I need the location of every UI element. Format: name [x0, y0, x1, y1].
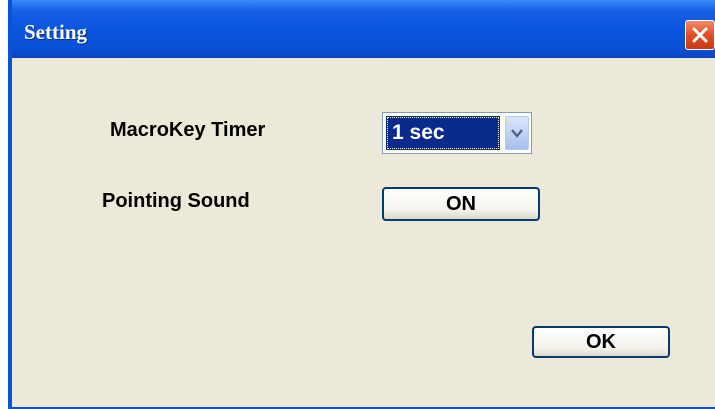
close-button[interactable] [685, 20, 715, 50]
chevron-down-icon [511, 129, 523, 138]
title-bar[interactable]: Setting [12, 0, 715, 58]
ok-button[interactable]: OK [532, 326, 670, 358]
setting-dialog: Setting MacroKey Timer 1 sec Pointing So… [8, 0, 715, 409]
macrokey-timer-label: MacroKey Timer [110, 119, 266, 141]
dropdown-arrow-button[interactable] [505, 116, 529, 150]
macrokey-timer-select[interactable]: 1 sec [382, 112, 532, 154]
close-icon [692, 27, 708, 43]
macrokey-timer-value[interactable]: 1 sec [386, 116, 500, 150]
pointing-sound-toggle-button[interactable]: ON [382, 187, 540, 221]
window-title: Setting [24, 20, 87, 44]
pointing-sound-label: Pointing Sound [102, 190, 250, 212]
